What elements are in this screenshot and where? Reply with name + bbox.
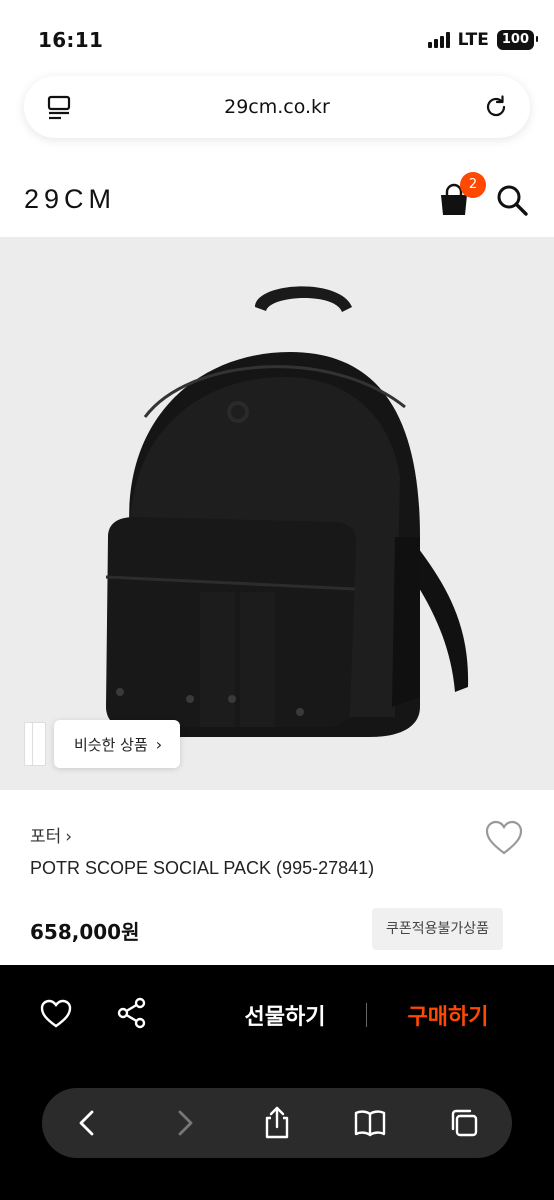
brand-link[interactable]: 포터 › <box>30 822 72 847</box>
similar-label: 비슷한 상품 <box>74 735 148 754</box>
reload-icon[interactable] <box>482 93 510 121</box>
product-info: 포터 › POTR SCOPE SOCIAL PACK (995-27841) 6… <box>0 790 554 965</box>
forward-icon[interactable] <box>166 1105 202 1141</box>
bookmarks-icon[interactable] <box>352 1105 388 1141</box>
chevron-right-icon: › <box>65 827 73 847</box>
buy-button[interactable]: 구매하기 <box>392 999 504 1031</box>
address-bar[interactable]: 29cm.co.kr <box>24 76 530 138</box>
network-label: LTE <box>457 30 489 50</box>
brand-name: 포터 <box>30 827 62 847</box>
similar-thumbnails <box>24 718 54 770</box>
site-logo[interactable]: 29CM <box>24 184 116 215</box>
share-icon[interactable] <box>116 997 148 1029</box>
signal-icon <box>427 32 450 48</box>
product-name: POTR SCOPE SOCIAL PACK (995-27841) <box>30 858 375 878</box>
similar-products-button[interactable]: 비슷한 상품 › <box>24 718 181 770</box>
gift-button[interactable]: 선물하기 <box>226 999 344 1031</box>
browser-toolbar <box>42 1088 512 1158</box>
search-icon[interactable] <box>494 182 530 218</box>
wishlist-heart-icon[interactable] <box>484 820 524 856</box>
url-text[interactable]: 29cm.co.kr <box>24 96 530 118</box>
backpack-image <box>105 286 469 737</box>
cart-count-badge: 2 <box>460 172 486 198</box>
product-image[interactable]: 비슷한 상품 › <box>0 237 554 790</box>
status-time: 16:11 <box>38 28 104 52</box>
status-bar: 16:11 LTE 100 <box>0 0 554 70</box>
share-icon[interactable] <box>259 1105 295 1141</box>
tabs-icon[interactable] <box>446 1105 482 1141</box>
back-icon[interactable] <box>70 1105 106 1141</box>
divider <box>366 1003 367 1027</box>
heart-icon[interactable] <box>40 999 72 1029</box>
coupon-badge: 쿠폰적용불가상품 <box>372 908 504 950</box>
product-price: 658,000원 <box>30 920 140 944</box>
chevron-right-icon: › <box>155 734 163 754</box>
battery-icon: 100 <box>496 30 539 50</box>
status-indicators: LTE 100 <box>427 30 539 50</box>
purchase-bar: 선물하기 구매하기 <box>0 965 554 1200</box>
similar-pill[interactable]: 비슷한 상품 › <box>54 720 181 768</box>
